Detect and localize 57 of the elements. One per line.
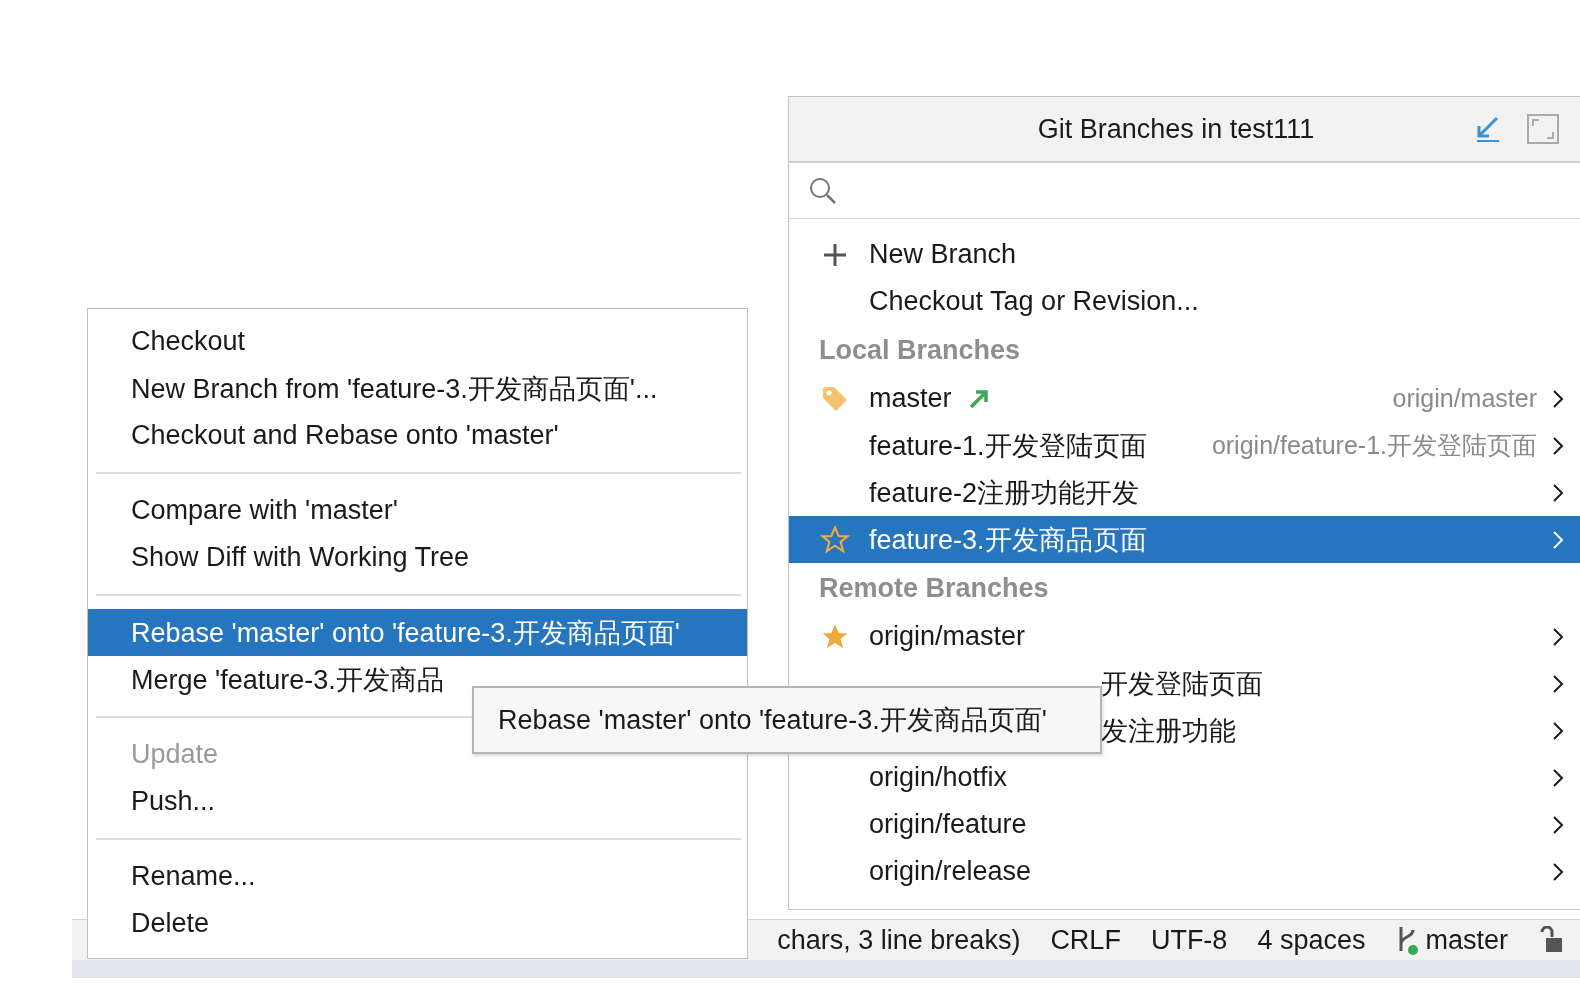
- menu-item[interactable]: Checkout: [88, 318, 747, 365]
- chevron-icon: [1551, 860, 1565, 883]
- branch-name: feature-1.开发登陆页面: [869, 429, 1147, 463]
- branch-item[interactable]: origin/master: [789, 613, 1580, 660]
- branch-name: 开发登陆页面: [1101, 667, 1263, 701]
- branch-name: feature-3.开发商品页面: [869, 523, 1147, 557]
- chevron-icon: [1551, 481, 1565, 504]
- branch-name[interactable]: master: [1425, 924, 1508, 956]
- section-heading: Remote Branches: [818, 571, 1050, 605]
- branch-name: feature-2注册功能开发: [869, 476, 1140, 510]
- branch-item[interactable]: feature-3.开发商品页面: [789, 516, 1580, 563]
- chevron-icon: [1551, 766, 1565, 789]
- chevron-icon: [1551, 813, 1565, 836]
- expand-icon[interactable]: [1527, 114, 1559, 144]
- status-text[interactable]: UTF-8: [1150, 924, 1228, 956]
- branch-item[interactable]: feature-1.开发登陆页面 origin/feature-1.开发登陆页面: [789, 422, 1580, 469]
- branch-item[interactable]: origin/hotfix: [789, 754, 1580, 801]
- branch-name: master: [869, 383, 952, 414]
- branch-name: 发注册功能: [1101, 714, 1236, 748]
- branch-item[interactable]: origin/release: [789, 848, 1580, 895]
- chevron-icon: [1551, 672, 1565, 695]
- menu-item[interactable]: Rename...: [88, 853, 747, 900]
- menu-item[interactable]: New Branch from 'feature-3.开发商品页面'...: [88, 365, 747, 412]
- menu-item[interactable]: Checkout and Rebase onto 'master': [88, 412, 747, 459]
- plus-icon: [823, 242, 847, 267]
- search-icon: [809, 176, 837, 205]
- chevron-icon: [1551, 434, 1565, 457]
- section-heading: Local Branches: [818, 333, 1022, 367]
- branch-item[interactable]: origin/feature: [789, 801, 1580, 848]
- chevron-icon: [1551, 528, 1565, 551]
- branch-name: origin/release: [869, 856, 1032, 887]
- branch-item[interactable]: feature-2注册功能开发: [789, 469, 1580, 516]
- chevron-icon: [1551, 625, 1565, 648]
- arrow-icon: [967, 387, 990, 410]
- popup-title: Git Branches in test111: [1036, 113, 1316, 145]
- tracking-branch: origin/feature-1.开发登陆页面: [1210, 430, 1537, 461]
- menu-item[interactable]: Rebase 'master' onto 'feature-3.开发商品页面': [88, 609, 747, 656]
- status-text[interactable]: 4 spaces: [1257, 924, 1366, 956]
- lock-icon: [1538, 926, 1564, 954]
- menu-item[interactable]: Delete: [88, 900, 747, 947]
- chevron-icon: [1551, 387, 1565, 410]
- branch-name: origin/hotfix: [869, 762, 1008, 793]
- action-item[interactable]: Checkout Tag or Revision...: [869, 286, 1199, 317]
- menu-item[interactable]: Show Diff with Working Tree: [88, 534, 747, 581]
- menu-item[interactable]: Push...: [88, 778, 747, 825]
- status-text[interactable]: CRLF: [1050, 924, 1121, 956]
- branch-name: origin/feature: [869, 809, 1027, 840]
- action-item[interactable]: New Branch: [869, 239, 1017, 270]
- tracking-branch: origin/master: [1391, 384, 1537, 413]
- status-text[interactable]: chars, 3 line breaks): [777, 924, 1021, 956]
- tag-icon: [821, 384, 849, 413]
- tooltip: Rebase 'master' onto 'feature-3.开发商品页面': [472, 686, 1102, 754]
- menu-item[interactable]: Compare with 'master': [88, 487, 747, 534]
- star-icon: [820, 524, 850, 555]
- branch-item[interactable]: master origin/master: [789, 375, 1580, 422]
- chevron-icon: [1551, 719, 1565, 742]
- branch-name: origin/master: [869, 621, 1026, 652]
